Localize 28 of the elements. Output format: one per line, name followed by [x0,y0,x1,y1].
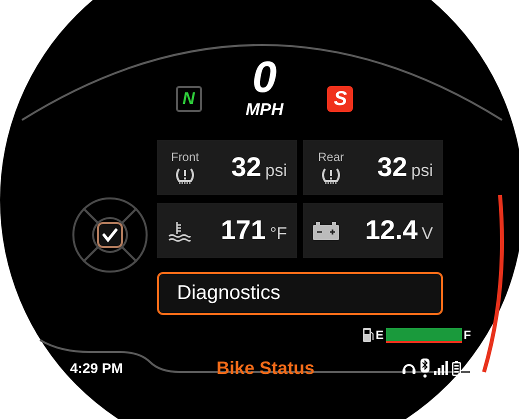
tire-pressure-icon [320,167,342,185]
speed-value: 0 [252,56,277,100]
tile-unit: psi [411,161,433,181]
tile-unit: V [422,224,433,244]
tile-value: 171 [220,215,266,246]
tile-value: 32 [377,152,408,183]
tile-value: 32 [231,152,262,183]
screen-title: Bike Status [216,358,315,378]
coolant-temperature-icon [167,220,191,242]
fuel-pump-icon [362,328,374,342]
direction-pad-drawing[interactable] [70,195,150,275]
tile-label: Rear [318,150,344,164]
tile-unit: °F [270,224,287,244]
signal-strength-icon [434,361,448,375]
fuel-empty-label: E [376,328,384,342]
ride-mode-badge: S [327,86,354,112]
fuel-full-label: F [464,328,471,342]
clock-time: 4:29 PM [70,360,124,376]
tile-value: 12.4 [365,215,418,246]
tile-unit: psi [265,161,287,181]
phone-battery-icon [452,360,461,376]
speed-unit: MPH [246,100,284,120]
bluetooth-icon [420,358,430,378]
diagnostics-button[interactable]: Diagnostics [157,272,443,315]
tile-label: Front [170,150,199,164]
gear-indicator: N [176,86,202,112]
tire-pressure-icon [174,167,196,185]
battery-icon [313,222,339,240]
